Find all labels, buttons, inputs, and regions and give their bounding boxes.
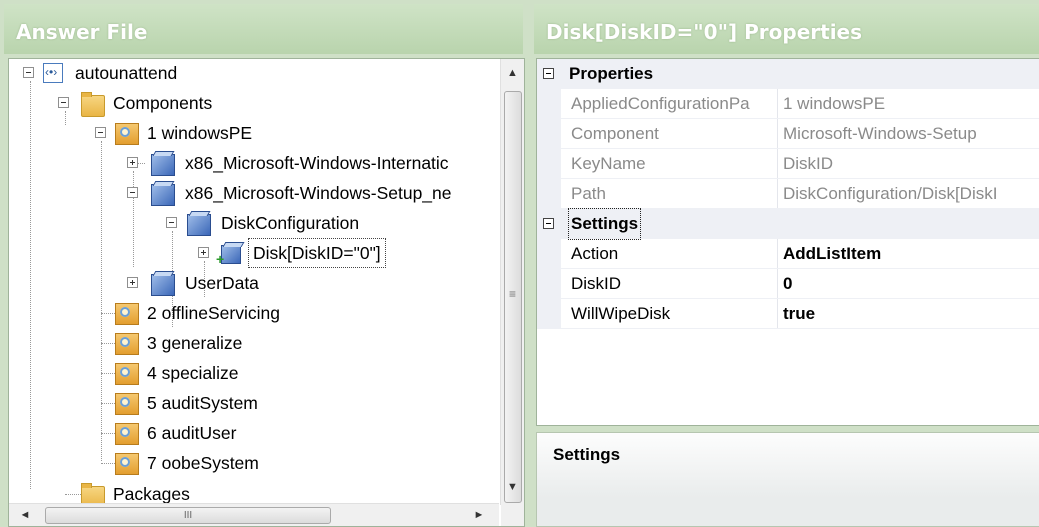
category-settings[interactable]: Settings (537, 208, 1039, 240)
scrollbar-corner (501, 504, 524, 526)
answer-file-pane: Answer File autounattend Components (0, 0, 527, 527)
component-cube-icon (151, 184, 175, 206)
tree-node-pass-auditsystem[interactable]: 5 auditSystem (9, 389, 309, 417)
properties-header: Disk[DiskID="0"] Properties (534, 4, 1039, 54)
property-name: Path (571, 184, 606, 203)
tree-node-label: 3 generalize (147, 333, 243, 353)
answer-file-header: Answer File (4, 4, 523, 54)
property-row[interactable]: Path DiskConfiguration/Disk[DiskI (537, 179, 1039, 209)
collapse-icon[interactable] (23, 67, 34, 78)
tree-node-user-data[interactable]: UserData (9, 269, 309, 297)
tree-node-pass-audituser[interactable]: 6 auditUser (9, 419, 309, 447)
tree-node-components[interactable]: Components (9, 89, 309, 117)
tree-vertical-scrollbar[interactable]: ▲ ≡ ▼ (500, 59, 524, 505)
tree-node-component-setup[interactable]: x86_Microsoft-Windows-Setup_ne (9, 179, 499, 207)
category-label: Settings (567, 208, 642, 240)
property-row[interactable]: Component Microsoft-Windows-Setup (537, 119, 1039, 149)
expand-icon[interactable] (127, 157, 138, 168)
setting-name: DiskID (571, 274, 622, 293)
scroll-up-arrow-icon[interactable]: ▲ (501, 63, 524, 83)
tree-node-label: 5 auditSystem (147, 393, 258, 413)
tree-node-pass-specialize[interactable]: 4 specialize (9, 359, 309, 387)
vertical-scroll-thumb[interactable]: ≡ (504, 91, 522, 503)
tree-node-label: 7 oobeSystem (147, 453, 259, 473)
scroll-grip-icon: ≡ (509, 287, 517, 301)
property-value: 1 windowsPE (783, 94, 886, 113)
scroll-right-arrow-icon[interactable]: ► (469, 504, 489, 526)
tree-node-pass-oobesystem[interactable]: 7 oobeSystem (9, 449, 309, 477)
scroll-down-arrow-icon[interactable]: ▼ (501, 477, 524, 497)
answer-file-icon (43, 59, 63, 86)
answer-file-tree: autounattend Components 1 windowsPE x86_… (9, 59, 499, 508)
description-title: Settings (553, 445, 621, 464)
tree-node-label: x86_Microsoft-Windows-Internatic (185, 153, 449, 173)
component-cube-icon (151, 274, 175, 296)
setting-value[interactable]: AddListItem (783, 239, 1039, 269)
tree-node-root[interactable]: autounattend (9, 59, 309, 87)
property-name: KeyName (571, 154, 646, 173)
tree-node-label: UserData (185, 273, 259, 293)
list-item-add-icon: + (216, 245, 241, 266)
property-grid: Properties AppliedConfigurationPa 1 wind… (536, 58, 1039, 426)
tree-node-label: 2 offlineServicing (147, 303, 280, 323)
property-value: DiskID (783, 154, 834, 173)
collapse-icon[interactable] (127, 187, 138, 198)
setting-value[interactable]: 0 (783, 269, 1039, 299)
tree-node-label: Disk[DiskID="0"] (248, 238, 386, 268)
expand-icon[interactable] (198, 247, 209, 258)
horizontal-scroll-thumb[interactable]: III (45, 507, 331, 524)
configuration-pass-icon (115, 453, 139, 475)
collapse-icon[interactable] (543, 218, 554, 229)
tree-node-pass-offlineservicing[interactable]: 2 offlineServicing (9, 299, 309, 327)
configuration-pass-icon (115, 333, 139, 355)
tree-node-pass-windowspe[interactable]: 1 windowsPE (9, 119, 309, 147)
configuration-pass-icon (115, 363, 139, 385)
category-label: Properties (569, 64, 654, 83)
description-panel: Settings (536, 432, 1039, 527)
tree-node-label: 4 specialize (147, 363, 239, 383)
property-value: Microsoft-Windows-Setup (783, 124, 977, 143)
category-properties[interactable]: Properties (537, 59, 1039, 89)
component-cube-icon (151, 154, 175, 176)
tree-node-label: DiskConfiguration (221, 213, 360, 233)
configuration-pass-icon (115, 123, 139, 145)
setting-row-action[interactable]: Action AddListItem (537, 239, 1039, 269)
tree-node-label: 1 windowsPE (147, 123, 253, 143)
collapse-icon[interactable] (58, 97, 69, 108)
setting-row-diskid[interactable]: DiskID 0 (537, 269, 1039, 299)
tree-node-label: x86_Microsoft-Windows-Setup_ne (185, 183, 452, 203)
scroll-left-arrow-icon[interactable]: ◄ (15, 504, 35, 526)
tree-node-pass-generalize[interactable]: 3 generalize (9, 329, 309, 357)
tree-horizontal-scrollbar[interactable]: ◄ III ► (9, 503, 499, 526)
property-value: DiskConfiguration/Disk[DiskI (783, 184, 998, 203)
tree-node-label: autounattend (75, 63, 178, 83)
configuration-pass-icon (115, 393, 139, 415)
tree-node-disk-configuration[interactable]: DiskConfiguration (9, 209, 409, 237)
tree-node-component-international[interactable]: x86_Microsoft-Windows-Internatic (9, 149, 499, 177)
collapse-icon[interactable] (543, 68, 554, 79)
configuration-pass-icon (115, 303, 139, 325)
property-name: Component (571, 124, 659, 143)
tree-node-label: Components (113, 93, 213, 113)
setting-row-willwipedisk[interactable]: WillWipeDisk true (537, 299, 1039, 329)
properties-pane: Disk[DiskID="0"] Properties Properties A… (532, 0, 1039, 527)
setting-name: WillWipeDisk (571, 304, 671, 323)
collapse-icon[interactable] (95, 127, 106, 138)
setting-name: Action (571, 244, 619, 263)
tree-node-disk-selected[interactable]: + Disk[DiskID="0"] (9, 238, 429, 268)
property-row[interactable]: AppliedConfigurationPa 1 windowsPE (537, 89, 1039, 119)
folder-icon (81, 92, 105, 117)
collapse-icon[interactable] (166, 217, 177, 228)
expand-icon[interactable] (127, 277, 138, 288)
setting-value[interactable]: true (783, 299, 1039, 329)
property-row[interactable]: KeyName DiskID (537, 149, 1039, 179)
component-cube-icon (187, 214, 211, 236)
answer-file-tree-box: autounattend Components 1 windowsPE x86_… (8, 58, 525, 527)
tree-node-label: 6 auditUser (147, 423, 237, 443)
configuration-pass-icon (115, 423, 139, 445)
property-name: AppliedConfigurationPa (571, 94, 750, 113)
